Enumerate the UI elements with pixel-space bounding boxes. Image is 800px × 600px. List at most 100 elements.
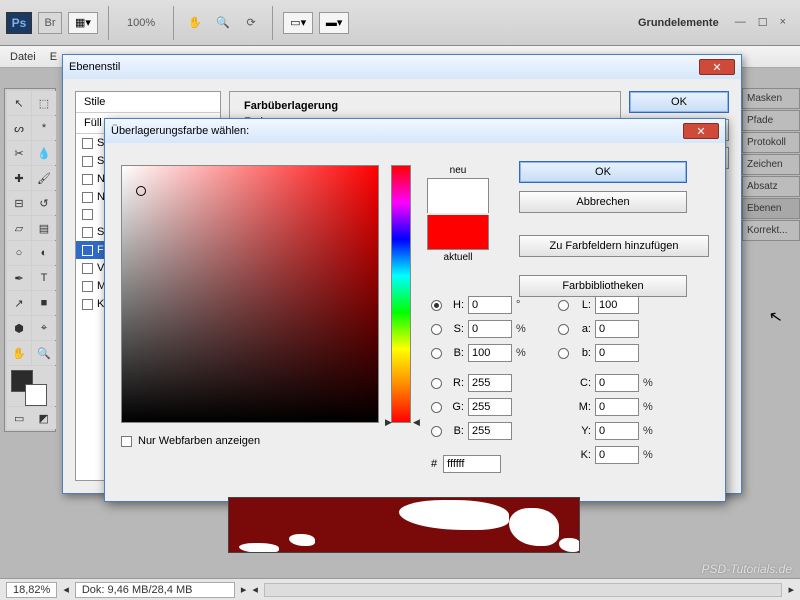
- screen-mode-dropdown[interactable]: ▬▾: [319, 12, 349, 34]
- scroll-left-icon[interactable]: ◂: [63, 583, 69, 596]
- current-color-swatch[interactable]: [427, 215, 489, 250]
- pen-tool-icon[interactable]: ✒: [7, 266, 31, 290]
- panel-tab-paths[interactable]: Pfade: [742, 110, 800, 131]
- history-brush-icon[interactable]: ↺: [32, 191, 56, 215]
- stamp-tool-icon[interactable]: ⊟: [7, 191, 31, 215]
- lasso-tool-icon[interactable]: ᔕ: [7, 116, 31, 140]
- ok-button[interactable]: OK: [519, 161, 687, 183]
- close-icon[interactable]: ✕: [699, 59, 735, 75]
- input-m[interactable]: [595, 398, 639, 416]
- blur-tool-icon[interactable]: ○: [7, 241, 31, 265]
- minimize-icon[interactable]: —: [735, 16, 746, 29]
- web-colors-checkbox-row[interactable]: Nur Webfarben anzeigen: [121, 435, 260, 447]
- arrange-documents-dropdown[interactable]: ▭▾: [283, 12, 313, 34]
- radio-bb[interactable]: [558, 348, 569, 359]
- checkbox[interactable]: [121, 436, 132, 447]
- radio-h[interactable]: [431, 300, 442, 311]
- watermark-text: PSD-Tutorials.de: [702, 562, 792, 576]
- input-g[interactable]: [468, 398, 512, 416]
- panel-tab-adjustments[interactable]: Korrekt...: [742, 220, 800, 241]
- status-doc-size[interactable]: Dok: 9,46 MB/28,4 MB: [75, 582, 235, 598]
- rotate-view-icon[interactable]: ⟳: [240, 12, 262, 34]
- menu-edit[interactable]: E: [50, 51, 57, 63]
- input-h[interactable]: [468, 296, 512, 314]
- label-h: H:: [446, 299, 464, 311]
- panel-tab-characters[interactable]: Zeichen: [742, 154, 800, 175]
- status-menu-icon[interactable]: ▸: [241, 583, 247, 596]
- radio-l[interactable]: [558, 300, 569, 311]
- panel-tab-history[interactable]: Protokoll: [742, 132, 800, 153]
- radio-r[interactable]: [431, 378, 442, 389]
- quickmask-icon[interactable]: ◩: [32, 407, 57, 429]
- maximize-icon[interactable]: ☐: [758, 16, 768, 29]
- eyedropper-tool-icon[interactable]: 💧: [32, 141, 56, 165]
- dialog-titlebar[interactable]: Ebenenstil ✕: [63, 55, 741, 79]
- hue-slider[interactable]: [391, 165, 411, 423]
- radio-g[interactable]: [431, 402, 442, 413]
- cancel-button[interactable]: Abbrechen: [519, 191, 687, 213]
- healing-tool-icon[interactable]: ✚: [7, 166, 31, 190]
- panel-tab-layers[interactable]: Ebenen: [742, 198, 800, 219]
- zoom-tool-icon[interactable]: 🔍: [32, 341, 56, 365]
- radio-b[interactable]: [431, 348, 442, 359]
- panel-dock: Masken Pfade Protokoll Zeichen Absatz Eb…: [742, 88, 800, 241]
- saturation-brightness-field[interactable]: [121, 165, 379, 423]
- color-cursor-icon: [136, 186, 146, 196]
- view-grid-dropdown[interactable]: ▦▾: [68, 12, 98, 34]
- status-zoom[interactable]: 18,82%: [6, 582, 57, 598]
- radio-bl[interactable]: [431, 426, 442, 437]
- menu-file[interactable]: Datei: [10, 51, 36, 63]
- dodge-tool-icon[interactable]: ◐: [32, 241, 56, 265]
- close-icon[interactable]: ×: [780, 16, 786, 29]
- input-b[interactable]: [468, 422, 512, 440]
- hex-input[interactable]: [443, 455, 501, 473]
- horizontal-scrollbar[interactable]: [264, 583, 783, 597]
- input-a[interactable]: [595, 320, 639, 338]
- ok-button[interactable]: OK: [629, 91, 729, 113]
- brush-tool-icon[interactable]: 🖌: [32, 166, 56, 190]
- camera-tool-icon[interactable]: ⌖: [32, 316, 56, 340]
- move-tool-icon[interactable]: ↖: [7, 91, 31, 115]
- styles-header[interactable]: Stile: [76, 92, 220, 113]
- eraser-tool-icon[interactable]: ▱: [7, 216, 31, 240]
- input-l[interactable]: [595, 296, 639, 314]
- hand-tool-icon[interactable]: ✋: [7, 341, 31, 365]
- radio-s[interactable]: [431, 324, 442, 335]
- input-s[interactable]: [468, 320, 512, 338]
- bridge-icon[interactable]: Br: [38, 12, 62, 34]
- input-bb[interactable]: [595, 344, 639, 362]
- path-select-icon[interactable]: ↗: [7, 291, 31, 315]
- type-tool-icon[interactable]: T: [32, 266, 56, 290]
- input-y[interactable]: [595, 422, 639, 440]
- shape-tool-icon[interactable]: ■: [32, 291, 56, 315]
- input-k[interactable]: [595, 446, 639, 464]
- zoom-level-display[interactable]: 100%: [119, 17, 163, 29]
- add-to-swatches-button[interactable]: Zu Farbfeldern hinzufügen: [519, 235, 709, 257]
- wand-tool-icon[interactable]: *: [32, 116, 56, 140]
- color-swatch-control[interactable]: [7, 366, 56, 406]
- panel-tab-paragraph[interactable]: Absatz: [742, 176, 800, 197]
- panel-tab-masks[interactable]: Masken: [742, 88, 800, 109]
- zoom-tool-icon[interactable]: 🔍: [212, 12, 234, 34]
- checkbox[interactable]: [82, 138, 93, 149]
- close-icon[interactable]: ✕: [683, 123, 719, 139]
- standard-mode-icon[interactable]: ▭: [7, 407, 32, 429]
- marquee-tool-icon[interactable]: ⬚: [32, 91, 56, 115]
- app-bar: Ps Br ▦▾ 100% ✋ 🔍 ⟳ ▭▾ ▬▾ Grundelemente …: [0, 0, 800, 46]
- scroll-left-icon[interactable]: ◂: [252, 583, 258, 596]
- dialog-titlebar[interactable]: Überlagerungsfarbe wählen: ✕: [105, 119, 725, 143]
- gradient-tool-icon[interactable]: ▤: [32, 216, 56, 240]
- web-colors-label: Nur Webfarben anzeigen: [138, 435, 260, 447]
- input-c[interactable]: [595, 374, 639, 392]
- scroll-right-icon[interactable]: ▸: [788, 583, 794, 596]
- current-color-label: aktuell: [427, 252, 489, 263]
- new-color-swatch[interactable]: [427, 178, 489, 213]
- input-r[interactable]: [468, 374, 512, 392]
- crop-tool-icon[interactable]: ✂: [7, 141, 31, 165]
- workspace-switcher[interactable]: Grundelemente: [628, 17, 729, 29]
- hand-tool-icon[interactable]: ✋: [184, 12, 206, 34]
- radio-a[interactable]: [558, 324, 569, 335]
- input-bv[interactable]: [468, 344, 512, 362]
- dialog-title: Überlagerungsfarbe wählen:: [111, 125, 249, 137]
- 3d-tool-icon[interactable]: ⬢: [7, 316, 31, 340]
